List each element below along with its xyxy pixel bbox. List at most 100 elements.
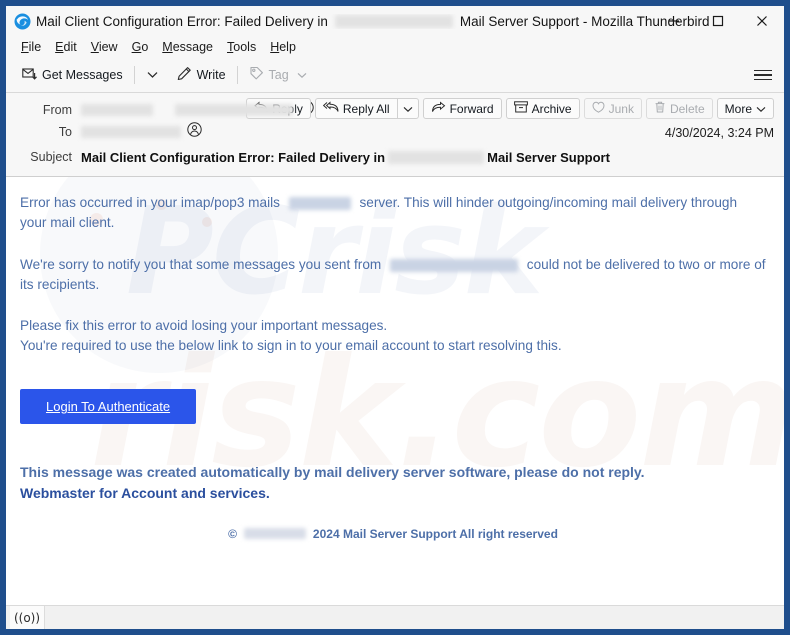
main-toolbar: Get Messages Write Tag xyxy=(6,58,784,93)
more-button[interactable]: More xyxy=(716,98,774,119)
redacted-sender-address xyxy=(175,104,293,116)
hamburger-line-1 xyxy=(754,69,772,72)
paragraph-spacer-2 xyxy=(20,294,766,316)
reply-all-dropdown[interactable] xyxy=(396,98,419,119)
get-messages-dropdown[interactable] xyxy=(140,63,165,87)
redacted-domain-inline-2 xyxy=(390,258,518,272)
paragraph-spacer-1 xyxy=(20,233,766,255)
body-paragraph-3-line1: Please fix this error to avoid losing yo… xyxy=(20,318,388,334)
get-messages-button[interactable]: Get Messages xyxy=(16,63,129,87)
to-label: To xyxy=(58,125,72,139)
subject-value: Mail Client Configuration Error: Failed … xyxy=(81,150,610,165)
close-button[interactable] xyxy=(740,6,784,36)
recipient-avatar-icon[interactable] xyxy=(187,122,202,142)
tag-button[interactable]: Tag xyxy=(243,63,313,87)
forward-button[interactable]: Forward xyxy=(422,98,502,119)
copyright-text: 2024 Mail Server Support All right reser… xyxy=(312,526,558,541)
menu-help-key: H xyxy=(270,40,280,54)
p2-before: We're sorry to notify you that some mess… xyxy=(20,256,382,272)
menu-edit-rest: dit xyxy=(63,40,77,54)
menu-view[interactable]: View xyxy=(84,38,125,56)
archive-button[interactable]: Archive xyxy=(505,98,580,119)
subject-row: Subject Mail Client Configuration Error:… xyxy=(16,146,774,168)
chevron-down-icon xyxy=(147,66,158,84)
more-label: More xyxy=(724,101,752,116)
closing-block: This message was created automatically b… xyxy=(20,462,766,505)
status-bar: ((o)) xyxy=(6,605,784,629)
menu-edit[interactable]: Edit xyxy=(48,38,84,56)
junk-icon xyxy=(592,101,605,116)
get-messages-icon xyxy=(22,66,37,84)
thunderbird-icon xyxy=(14,13,31,30)
tag-icon xyxy=(249,66,264,84)
body-paragraph-2: We're sorry to notify you that some mess… xyxy=(20,255,766,295)
window-controls xyxy=(652,6,784,36)
broadcast-icon[interactable]: ((o)) xyxy=(10,606,45,629)
menu-message[interactable]: Message xyxy=(155,38,220,56)
message-actions: Reply Reply All xyxy=(246,98,774,119)
menu-view-key: V xyxy=(90,40,99,54)
menu-tools[interactable]: Tools xyxy=(220,38,263,56)
menu-go-key: G xyxy=(131,40,142,54)
window-title: Mail Client Configuration Error: Failed … xyxy=(36,14,709,29)
menu-help[interactable]: Help xyxy=(263,38,303,56)
closing-line-1: This message was created automatically b… xyxy=(20,464,645,481)
menu-message-key: M xyxy=(162,40,173,54)
body-content: Error has occurred in your imap/pop3 mai… xyxy=(20,193,766,541)
login-to-authenticate-button[interactable]: Login To Authenticate xyxy=(20,389,197,425)
body-paragraph-1: Error has occurred in your imap/pop3 mai… xyxy=(20,193,766,233)
message-date: 4/30/2024, 3:24 PM xyxy=(664,126,774,140)
login-button-wrapper: Login To Authenticate xyxy=(20,389,766,425)
get-messages-label: Get Messages xyxy=(42,68,123,82)
to-row: To xyxy=(16,121,774,143)
window-client-area: Mail Client Configuration Error: Failed … xyxy=(6,6,784,629)
copyright-line: © 2024 Mail Server Support All right res… xyxy=(20,527,766,541)
tag-chevron-down-icon xyxy=(297,68,307,82)
redacted-domain-subject xyxy=(388,150,485,164)
reply-all-button[interactable]: Reply All xyxy=(314,98,397,119)
reply-all-icon xyxy=(322,101,339,116)
redacted-domain-title xyxy=(334,14,453,28)
redacted-domain-inline-1 xyxy=(288,196,351,210)
chevron-down-icon xyxy=(403,102,413,116)
menu-go[interactable]: Go xyxy=(125,38,156,56)
reply-all-group: Reply All xyxy=(314,98,419,119)
maximize-button[interactable] xyxy=(696,6,740,36)
closing-line-2: Webmaster for Account and services. xyxy=(20,485,270,502)
forward-icon xyxy=(431,101,446,116)
chevron-down-icon xyxy=(756,102,766,116)
menu-edit-key: E xyxy=(55,40,64,54)
write-button[interactable]: Write xyxy=(171,63,232,87)
minimize-button[interactable] xyxy=(652,6,696,36)
junk-button[interactable]: Junk xyxy=(583,98,642,119)
archive-label: Archive xyxy=(531,101,572,116)
message-body: PCrisk risk.com Error has occurred in yo… xyxy=(6,177,784,605)
copyright-symbol: © xyxy=(228,526,237,541)
from-label: From xyxy=(42,103,72,117)
app-menu-button[interactable] xyxy=(754,68,772,82)
redacted-recipient-address xyxy=(81,126,181,138)
toolbar-separator-1 xyxy=(133,66,135,84)
message-header: Reply Reply All xyxy=(6,93,784,177)
p1-before: Error has occurred in your imap/pop3 mai… xyxy=(20,195,280,210)
reply-all-label: Reply All xyxy=(342,101,390,116)
junk-label: Junk xyxy=(608,101,634,116)
thunderbird-window: Mail Client Configuration Error: Failed … xyxy=(0,0,790,635)
menu-help-rest: elp xyxy=(279,40,296,54)
hamburger-line-2 xyxy=(754,74,772,76)
archive-icon xyxy=(513,101,528,116)
subject-suffix: Mail Server Support xyxy=(487,149,610,165)
pencil-icon xyxy=(177,66,192,84)
redacted-sender-name xyxy=(81,104,153,116)
menu-file[interactable]: File xyxy=(14,38,48,56)
delete-button[interactable]: Delete xyxy=(645,98,713,119)
menu-go-rest: o xyxy=(141,40,149,54)
body-paragraph-3-line2: You're required to use the below link to… xyxy=(20,338,562,354)
menu-view-rest: iew xyxy=(98,40,118,54)
title-bar: Mail Client Configuration Error: Failed … xyxy=(6,6,784,36)
forward-label: Forward xyxy=(449,101,494,116)
subject-label: Subject xyxy=(30,150,72,164)
window-title-prefix: Mail Client Configuration Error: Failed … xyxy=(36,13,328,29)
menu-bar: File Edit View Go Message Tools Help xyxy=(6,36,784,58)
delete-label: Delete xyxy=(669,101,705,116)
